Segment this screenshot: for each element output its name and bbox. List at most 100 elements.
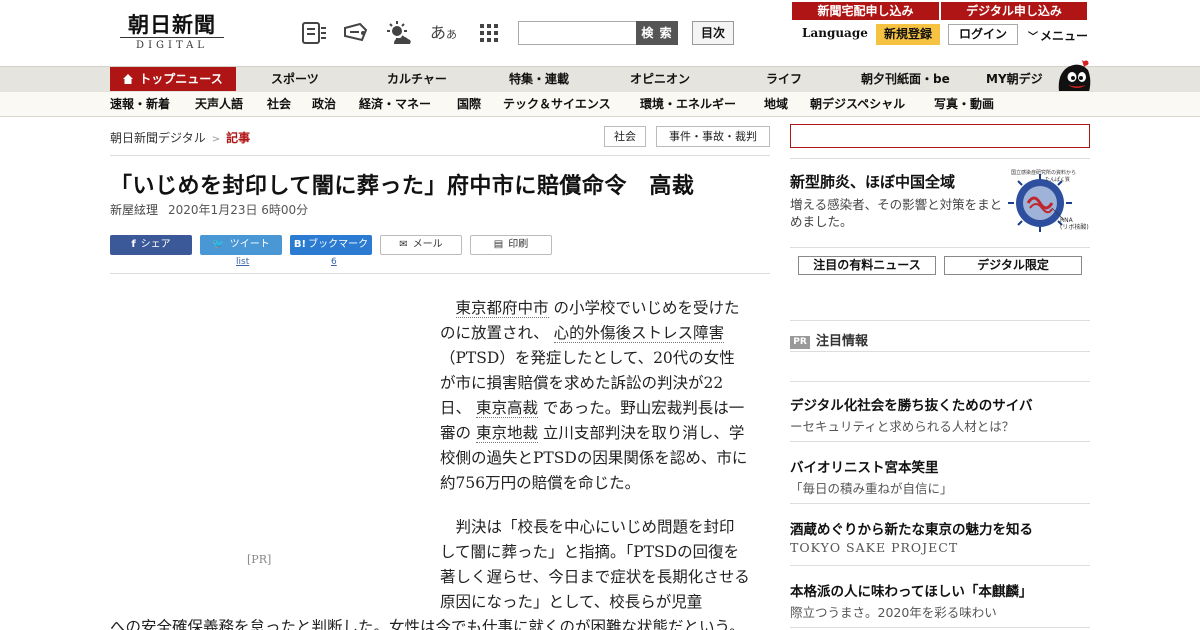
- ad-item-title[interactable]: 本格派の人に味わってほしい「本麒麟」: [790, 580, 1032, 600]
- mascot-icon[interactable]: [1054, 58, 1092, 92]
- divider: [790, 351, 1090, 352]
- mail-share-button[interactable]: ✉ メール: [380, 235, 462, 255]
- divider: [110, 273, 770, 274]
- breadcrumb-home[interactable]: 朝日新聞デジタル: [110, 131, 206, 145]
- search-button[interactable]: 検 索: [636, 21, 678, 45]
- article-paragraph: 判決は「校長を中心にいじめ問題を封印して闇に葬った」と指摘。「PTSDの回復を著…: [440, 518, 750, 611]
- promo-rna-label: RNA (リボ核酸): [1060, 217, 1089, 231]
- pr-heading: PR 注目情報: [790, 330, 868, 349]
- nav-features[interactable]: 特集・連載: [509, 67, 569, 92]
- ad-item-title[interactable]: バイオリニスト宮本笑里: [790, 456, 939, 476]
- promo-image-caption: 国立感染症研究所の資料から たんぱく質: [1011, 169, 1076, 183]
- promo-caption-source: 国立感染症研究所の資料から: [1011, 170, 1077, 176]
- ad-item-title[interactable]: 酒蔵めぐりから新たな東京の魅力を知る: [790, 518, 1033, 538]
- facebook-share-label: シェア: [140, 239, 171, 250]
- nav-opinion[interactable]: オピニオン: [630, 67, 690, 92]
- article-paragraph-continued: への安全確保義務を怠ったと判断した。女性は今でも仕事に就くのが困難な状態だという…: [110, 618, 745, 630]
- hatena-bookmark-button[interactable]: B! ブックマーク: [290, 235, 372, 255]
- divider: [790, 627, 1090, 628]
- login-button[interactable]: ログイン: [948, 24, 1018, 45]
- article-headline: 「いじめを封印して闇に葬った」府中市に賠償命令 高裁: [110, 174, 695, 199]
- divider: [790, 247, 1090, 248]
- facebook-icon: f: [131, 239, 136, 250]
- publish-date: 2020年1月23日 6時00分: [168, 203, 309, 217]
- language-link[interactable]: Language: [802, 26, 868, 40]
- ad-item-subtitle[interactable]: 際立つうまさ。2020年を彩る味わい: [790, 602, 997, 621]
- tab-digital-only[interactable]: デジタル限定: [944, 256, 1082, 275]
- article-keyword-link[interactable]: 東京都府中市: [455, 299, 549, 318]
- twitter-icon: 🐦: [212, 239, 225, 250]
- divider: [110, 155, 770, 156]
- secondary-nav: 速報・新着 天声人語 社会 政治 経済・マネー 国際 テック＆サイエンス 環境・…: [0, 91, 1200, 117]
- nav-tech-science[interactable]: テック＆サイエンス: [503, 92, 611, 116]
- search-input[interactable]: [518, 21, 637, 45]
- nav-society[interactable]: 社会: [267, 92, 291, 116]
- mail-share-label: メール: [412, 239, 443, 250]
- article-paragraph: 東京都府中市 の小学校でいじめを受けたのに放置され、 心的外傷後ストレス障害 （…: [440, 296, 750, 496]
- breadcrumb-separator: >: [211, 134, 221, 145]
- weather-icon[interactable]: [384, 20, 412, 46]
- tag-incident[interactable]: 事件・事故・裁判: [656, 126, 770, 147]
- hatena-count[interactable]: 6: [331, 257, 337, 267]
- apps-grid-icon[interactable]: [476, 20, 504, 46]
- logo-sub-text: DIGITAL: [136, 40, 208, 51]
- article-keyword-link[interactable]: 心的外傷後ストレス障害: [553, 324, 725, 343]
- nav-environment[interactable]: 環境・エネルギー: [640, 92, 736, 116]
- article-body: 東京都府中市 の小学校でいじめを受けたのに放置され、 心的外傷後ストレス障害 （…: [440, 296, 750, 630]
- index-button[interactable]: 目次: [692, 21, 734, 45]
- tab-paid-news[interactable]: 注目の有料ニュース: [798, 256, 936, 275]
- subscribe-box: [790, 124, 1090, 148]
- breadcrumb-current: 記事: [226, 131, 251, 145]
- author-name[interactable]: 新屋絃理: [110, 203, 158, 217]
- promo-description[interactable]: 増える感染者、その影響と対策をまとめました。: [790, 196, 1006, 230]
- divider: [790, 381, 1090, 382]
- nav-politics[interactable]: 政治: [312, 92, 336, 116]
- promo-caption-protein: たんぱく質: [1045, 177, 1071, 183]
- nav-my-asadigi[interactable]: MY朝デジ: [986, 67, 1043, 92]
- menu-button[interactable]: ﹀ メニュー: [1028, 27, 1088, 44]
- signup-button[interactable]: 新規登録: [876, 24, 940, 45]
- nav-top-news[interactable]: トップニュース: [110, 67, 236, 92]
- twitter-count[interactable]: list: [236, 257, 249, 267]
- nav-international[interactable]: 国際: [457, 92, 481, 116]
- article-keyword-link[interactable]: 東京地裁: [475, 424, 538, 443]
- ad-item-subtitle[interactable]: 「毎日の積み重ねが自信に」: [790, 478, 953, 497]
- article-keyword-link[interactable]: 東京高裁: [475, 399, 538, 418]
- ad-item-title[interactable]: デジタル化社会を勝ち抜くためのサイバ: [790, 394, 1032, 414]
- nav-life[interactable]: ライフ: [766, 67, 802, 92]
- logo-main-text: 朝日新聞: [128, 12, 216, 37]
- nav-breaking[interactable]: 速報・新着: [110, 92, 170, 116]
- chevron-down-icon: ﹀: [1028, 32, 1038, 43]
- nav-tensei-jingo[interactable]: 天声人語: [195, 92, 243, 116]
- print-icon: ▤: [493, 239, 504, 250]
- font-size-small: あ: [446, 28, 458, 41]
- nav-newspaper[interactable]: 朝夕刊紙面・be: [861, 67, 950, 92]
- site-logo[interactable]: 朝日新聞 DIGITAL: [116, 14, 228, 54]
- print-label: 印刷: [508, 239, 529, 250]
- divider: [790, 441, 1090, 442]
- ad-item-subtitle[interactable]: ーセキュリティと求められる人材とは？: [790, 416, 1014, 435]
- twitter-share-label: ツイート: [229, 239, 270, 250]
- print-button[interactable]: ▤ 印刷: [470, 235, 552, 255]
- paper-list-icon[interactable]: [300, 20, 328, 46]
- subscribe-paper-button[interactable]: 新聞宅配申し込み: [792, 2, 939, 20]
- twitter-share-button[interactable]: 🐦 ツイート: [200, 235, 282, 255]
- ad-item-subtitle[interactable]: TOKYO SAKE PROJECT: [790, 540, 958, 555]
- breadcrumb: 朝日新聞デジタル > 記事: [110, 129, 250, 146]
- nav-economy[interactable]: 経済・マネー: [359, 92, 431, 116]
- pr-heading-label: 注目情報: [816, 334, 869, 349]
- primary-nav: トップニュース スポーツ カルチャー 特集・連載 オピニオン ライフ 朝夕刊紙面…: [0, 66, 1200, 92]
- nav-region[interactable]: 地域: [764, 92, 788, 116]
- subscribe-digital-button[interactable]: デジタル申し込み: [941, 2, 1087, 20]
- nav-photo-video[interactable]: 写真・動画: [934, 92, 994, 116]
- megaphone-icon[interactable]: [342, 20, 370, 46]
- facebook-share-button[interactable]: f シェア: [110, 235, 192, 255]
- nav-culture[interactable]: カルチャー: [387, 67, 447, 92]
- nav-sports[interactable]: スポーツ: [271, 67, 319, 92]
- font-size-icon[interactable]: ああ: [430, 20, 458, 46]
- tag-society[interactable]: 社会: [604, 126, 646, 147]
- pr-badge: PR: [790, 336, 810, 349]
- nav-special[interactable]: 朝デジスペシャル: [810, 92, 905, 116]
- promo-title[interactable]: 新型肺炎、ほぼ中国全域: [790, 171, 955, 192]
- menu-label: メニュー: [1040, 29, 1089, 43]
